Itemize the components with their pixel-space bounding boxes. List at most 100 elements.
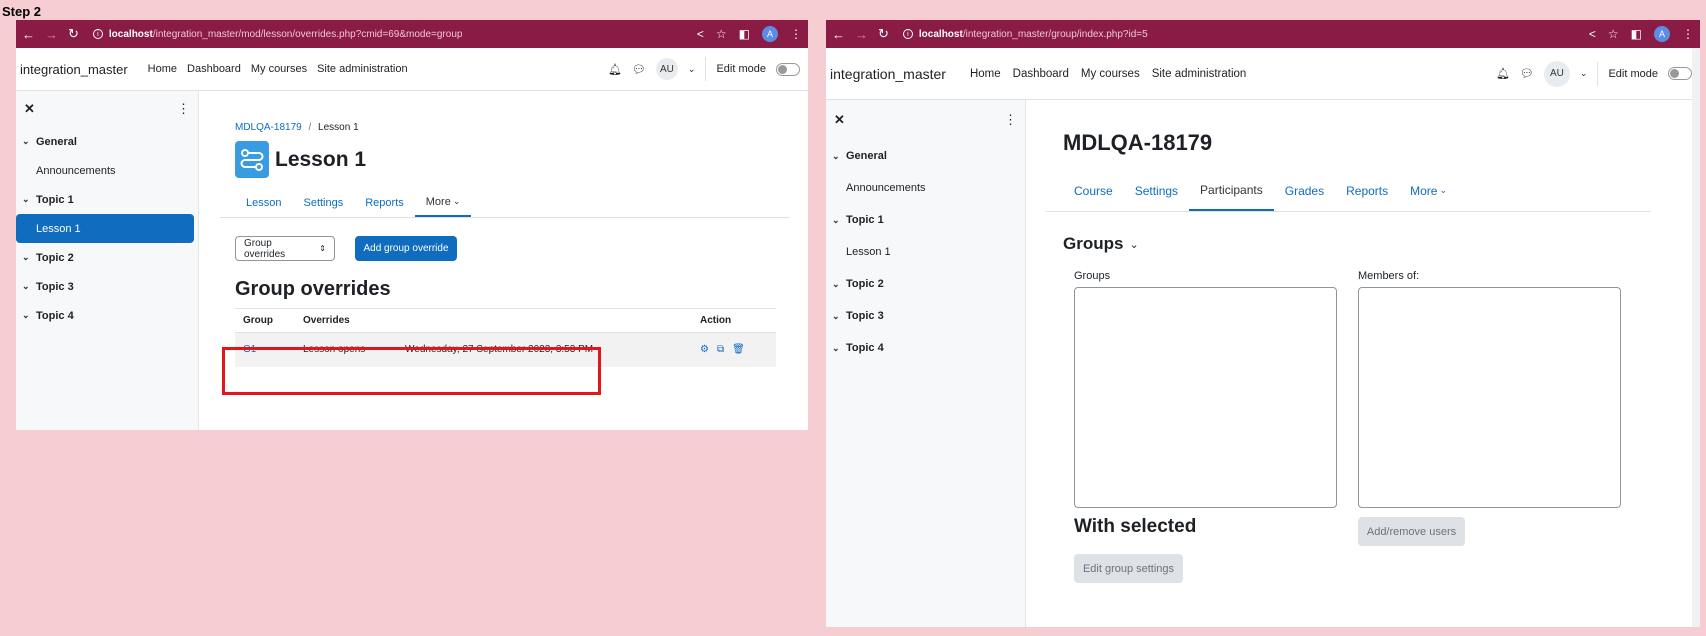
course-index-label: Topic 1 [36,193,74,206]
url-host: localhost [108,28,153,40]
course-index-item-lesson-1[interactable]: Lesson 1 [826,236,1025,268]
nav-link-dashboard[interactable]: Dashboard [1013,68,1069,80]
course-index-item-general[interactable]: ⌄ General [16,127,198,156]
profile-avatar-icon[interactable]: A [1654,26,1670,42]
edit-mode-toggle[interactable] [1668,67,1692,80]
tab-lesson[interactable]: Lesson [235,188,292,217]
course-index-item-lesson-1[interactable]: Lesson 1 [16,214,194,243]
course-index-item-topic-1[interactable]: ⌄ Topic 1 [16,185,198,214]
chevron-down-icon[interactable]: ⌄ [22,194,36,205]
back-arrow-icon[interactable]: ← [832,27,845,42]
course-index-item-topic-2[interactable]: ⌄ Topic 2 [826,268,1025,300]
star-icon[interactable]: ☆ [1608,27,1619,41]
address-bar[interactable]: i localhost/integration_master/group/ind… [902,29,1148,40]
section-title: Group overrides [235,278,391,300]
overrides-mode-select[interactable]: Group overrides ⇕ [235,236,335,261]
tab-more[interactable]: More ⌄ [1399,170,1458,211]
course-index-item-announcements[interactable]: Announcements [826,172,1025,204]
user-avatar[interactable]: AU [655,58,678,80]
chevron-down-icon[interactable]: ⌄ [22,252,36,263]
tab-more[interactable]: More ⌄ [414,188,472,217]
sidepanel-icon[interactable]: ◧ [739,27,750,41]
col-group: Group [235,308,295,333]
course-index-item-topic-4[interactable]: ⌄ Topic 4 [826,332,1025,364]
updown-icon: ⇕ [319,244,326,253]
edit-mode-toggle[interactable] [776,62,800,76]
tab-course[interactable]: Course [1063,170,1124,211]
back-arrow-icon[interactable]: ← [22,27,35,42]
nav-link-my-courses[interactable]: My courses [251,63,307,75]
address-bar[interactable]: i localhost/integration_master/mod/lesso… [92,28,462,40]
course-index-label: General [36,135,77,148]
course-index-item-topic-4[interactable]: ⌄ Topic 4 [16,301,198,330]
nav-link-my-courses[interactable]: My courses [1081,68,1140,80]
close-icon[interactable]: ✕ [24,101,35,117]
chat-bubble-icon[interactable]: 💬︎ [1520,67,1534,80]
breadcrumb-course-link[interactable]: MDLQA-18179 [235,122,302,133]
edit-group-settings-button[interactable]: Edit group settings [1074,554,1183,583]
site-brand[interactable]: integration_master [830,66,946,82]
bell-icon[interactable]: 🔔︎ [608,63,622,76]
share-icon[interactable]: < [697,27,704,41]
chevron-down-icon[interactable]: ⌄ [22,310,36,321]
site-brand[interactable]: integration_master [20,62,128,77]
tab-participants[interactable]: Participants [1189,170,1274,211]
copy-icon[interactable]: ⧉ [717,344,724,355]
nav-link-site-administration[interactable]: Site administration [317,63,408,75]
info-icon[interactable]: i [902,29,913,39]
add-remove-users-button[interactable]: Add/remove users [1358,517,1465,546]
course-index-item-general[interactable]: ⌄ General [826,140,1025,172]
star-icon[interactable]: ☆ [716,27,727,41]
chevron-down-icon[interactable]: ⌄ [688,64,696,75]
user-avatar[interactable]: AU [1543,60,1570,87]
chevron-down-icon[interactable]: ⌄ [832,151,846,162]
add-group-override-button[interactable]: Add group override [355,236,457,261]
members-listbox[interactable] [1358,287,1621,508]
tab-settings[interactable]: Settings [1124,170,1189,211]
kebab-menu-icon[interactable]: ⋮ [177,101,190,117]
tab-reports[interactable]: Reports [354,188,415,217]
chevron-down-icon[interactable]: ⌄ [832,279,846,290]
close-icon[interactable]: ✕ [834,112,845,128]
info-icon[interactable]: i [92,29,103,39]
nav-link-dashboard[interactable]: Dashboard [187,63,241,75]
chevron-down-icon[interactable]: ⌄ [832,343,846,354]
forward-arrow-icon[interactable]: → [855,27,868,42]
share-icon[interactable]: < [1589,27,1596,41]
reload-icon[interactable]: ↻ [68,26,79,42]
reload-icon[interactable]: ↻ [878,26,889,42]
course-index-item-topic-1[interactable]: ⌄ Topic 1 [826,204,1025,236]
chevron-down-icon[interactable]: ⌄ [22,136,36,147]
chevron-down-icon[interactable]: ⌄ [1129,238,1138,251]
gear-icon[interactable]: ⚙ [700,344,709,355]
kebab-menu-icon[interactable]: ⋮ [790,27,802,41]
groups-listbox[interactable] [1074,287,1337,508]
sidepanel-icon[interactable]: ◧ [1631,27,1642,41]
col-overrides: Overrides [295,308,397,333]
chevron-down-icon[interactable]: ⌄ [22,281,36,292]
chevron-down-icon[interactable]: ⌄ [1580,68,1588,79]
course-index-item-topic-3[interactable]: ⌄ Topic 3 [16,272,198,301]
tab-reports[interactable]: Reports [1335,170,1399,211]
nav-link-home[interactable]: Home [148,63,177,75]
course-index: ⌄ General Announcements ⌄ Topic 1 Lesson 1 ⌄ To… [16,127,198,330]
kebab-menu-icon[interactable]: ⋮ [1682,27,1694,41]
tab-settings[interactable]: Settings [292,188,354,217]
tab-grades[interactable]: Grades [1274,170,1335,211]
groups-heading[interactable]: Groups [1063,234,1123,254]
nav-link-home[interactable]: Home [970,68,1001,80]
breadcrumb-current: Lesson 1 [318,122,359,133]
bell-icon[interactable]: 🔔︎ [1496,67,1510,80]
course-index-item-topic-3[interactable]: ⌄ Topic 3 [826,300,1025,332]
scrollbar[interactable] [1692,48,1700,627]
course-index-item-topic-2[interactable]: ⌄ Topic 2 [16,243,198,272]
kebab-menu-icon[interactable]: ⋮ [1004,112,1017,128]
course-index-item-announcements[interactable]: Announcements [16,156,198,185]
trash-icon[interactable]: 🗑︎ [732,344,745,355]
forward-arrow-icon[interactable]: → [45,27,58,42]
nav-link-site-administration[interactable]: Site administration [1152,68,1247,80]
chat-bubble-icon[interactable]: 💬︎ [632,63,646,76]
chevron-down-icon[interactable]: ⌄ [832,215,846,226]
chevron-down-icon[interactable]: ⌄ [832,311,846,322]
profile-avatar-icon[interactable]: A [762,26,778,42]
